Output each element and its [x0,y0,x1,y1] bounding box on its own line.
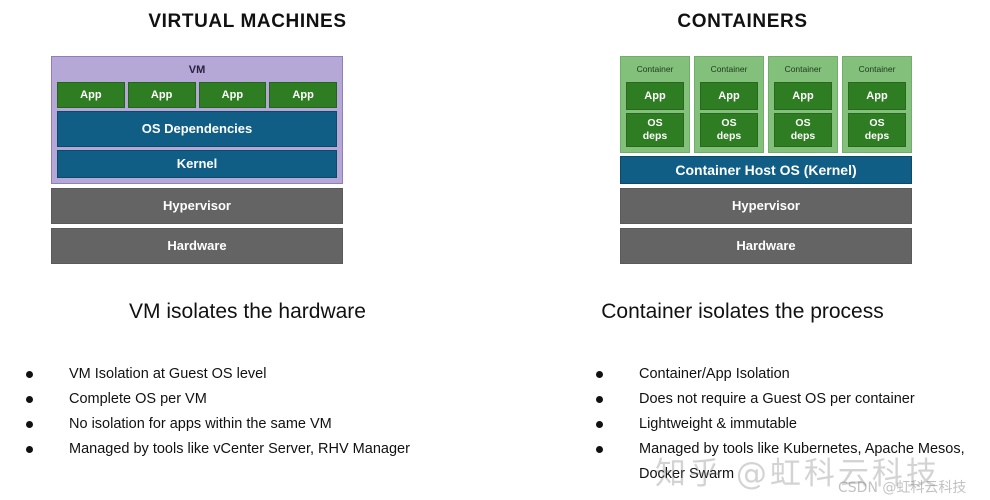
vm-tagline: VM isolates the hardware [129,300,366,323]
vm-hypervisor-bar: Hypervisor [51,188,343,224]
list-item-label: Lightweight & immutable [639,416,797,432]
container-tagline: Container isolates the process [601,300,884,323]
container-block-caption: Container [710,64,748,74]
container-os-deps-line2: deps [864,130,890,142]
bullet-dot-icon [26,371,33,378]
bullet-dot-icon [596,396,603,403]
container-block-caption: Container [636,64,674,74]
container-app-block: App [700,82,758,110]
bullet-dot-icon [26,421,33,428]
vm-architecture-stack: VM App App App App OS Dependencies Kerne… [51,56,343,264]
container-architecture-stack: Container App OS deps Container App OS d… [620,56,912,264]
list-item-label: VM Isolation at Guest OS level [69,366,267,382]
virtual-machines-column: VIRTUAL MACHINES VM App App App App OS D… [0,0,495,500]
vm-app-block: App [57,82,125,108]
container-os-deps-line1: OS [721,117,737,129]
list-item-label: Does not require a Guest OS per containe… [639,391,915,407]
container-hypervisor-bar: Hypervisor [620,188,912,224]
container-os-deps-line1: OS [869,117,885,129]
bullet-dot-icon [596,421,603,428]
container-os-deps-block: OS deps [848,113,906,147]
vm-bullet-list: VM Isolation at Guest OS level Complete … [26,362,486,462]
list-item: No isolation for apps within the same VM [26,412,486,437]
vm-guest-box: VM App App App App OS Dependencies Kerne… [51,56,343,184]
container-app-block: App [774,82,832,110]
container-block-caption: Container [858,64,896,74]
container-app-block: App [626,82,684,110]
container-os-deps-block: OS deps [626,113,684,147]
list-item: Managed by tools like Kubernetes, Apache… [596,437,986,487]
vm-app-block: App [127,82,196,108]
diagram-canvas: VIRTUAL MACHINES VM App App App App OS D… [0,0,990,500]
list-item: VM Isolation at Guest OS level [26,362,486,387]
container-os-deps-line1: OS [795,117,811,129]
virtual-machines-title: VIRTUAL MACHINES [148,11,347,32]
list-item: Managed by tools like vCenter Server, RH… [26,437,486,462]
vm-hardware-bar: Hardware [51,228,343,264]
container-os-deps-line2: deps [790,130,816,142]
list-item-label: No isolation for apps within the same VM [69,416,332,432]
vm-app-block: App [198,82,267,108]
container-block: Container App OS deps [768,56,838,153]
bullet-dot-icon [26,396,33,403]
container-block: Container App OS deps [694,56,764,153]
container-os-deps-block: OS deps [700,113,758,147]
list-item-label: Managed by tools like Kubernetes, Apache… [639,441,965,482]
list-item: Does not require a Guest OS per containe… [596,387,986,412]
list-item: Complete OS per VM [26,387,486,412]
vm-app-row: App App App App [57,82,337,108]
container-bullet-list: Container/App Isolation Does not require… [596,362,986,487]
list-item-label: Container/App Isolation [639,366,790,382]
container-hardware-bar: Hardware [620,228,912,264]
containers-title: CONTAINERS [677,11,808,32]
container-os-deps-block: OS deps [774,113,832,147]
bullet-dot-icon [596,371,603,378]
vm-box-label: VM [188,64,206,76]
container-os-deps-line1: OS [647,117,663,129]
list-item: Lightweight & immutable [596,412,986,437]
container-host-os-bar: Container Host OS (Kernel) [620,156,912,184]
list-item-label: Complete OS per VM [69,391,207,407]
bullet-dot-icon [596,446,603,453]
vm-os-dependencies-bar: OS Dependencies [57,111,337,147]
container-block-caption: Container [784,64,822,74]
container-app-block: App [848,82,906,110]
vm-kernel-bar: Kernel [57,150,337,178]
vm-app-block: App [269,82,337,108]
container-block: Container App OS deps [842,56,912,153]
list-item: Container/App Isolation [596,362,986,387]
bullet-dot-icon [26,446,33,453]
list-item-label: Managed by tools like vCenter Server, RH… [69,441,410,457]
container-os-deps-line2: deps [642,130,668,142]
container-block: Container App OS deps [620,56,690,153]
container-row: Container App OS deps Container App OS d… [620,56,912,153]
container-os-deps-line2: deps [716,130,742,142]
